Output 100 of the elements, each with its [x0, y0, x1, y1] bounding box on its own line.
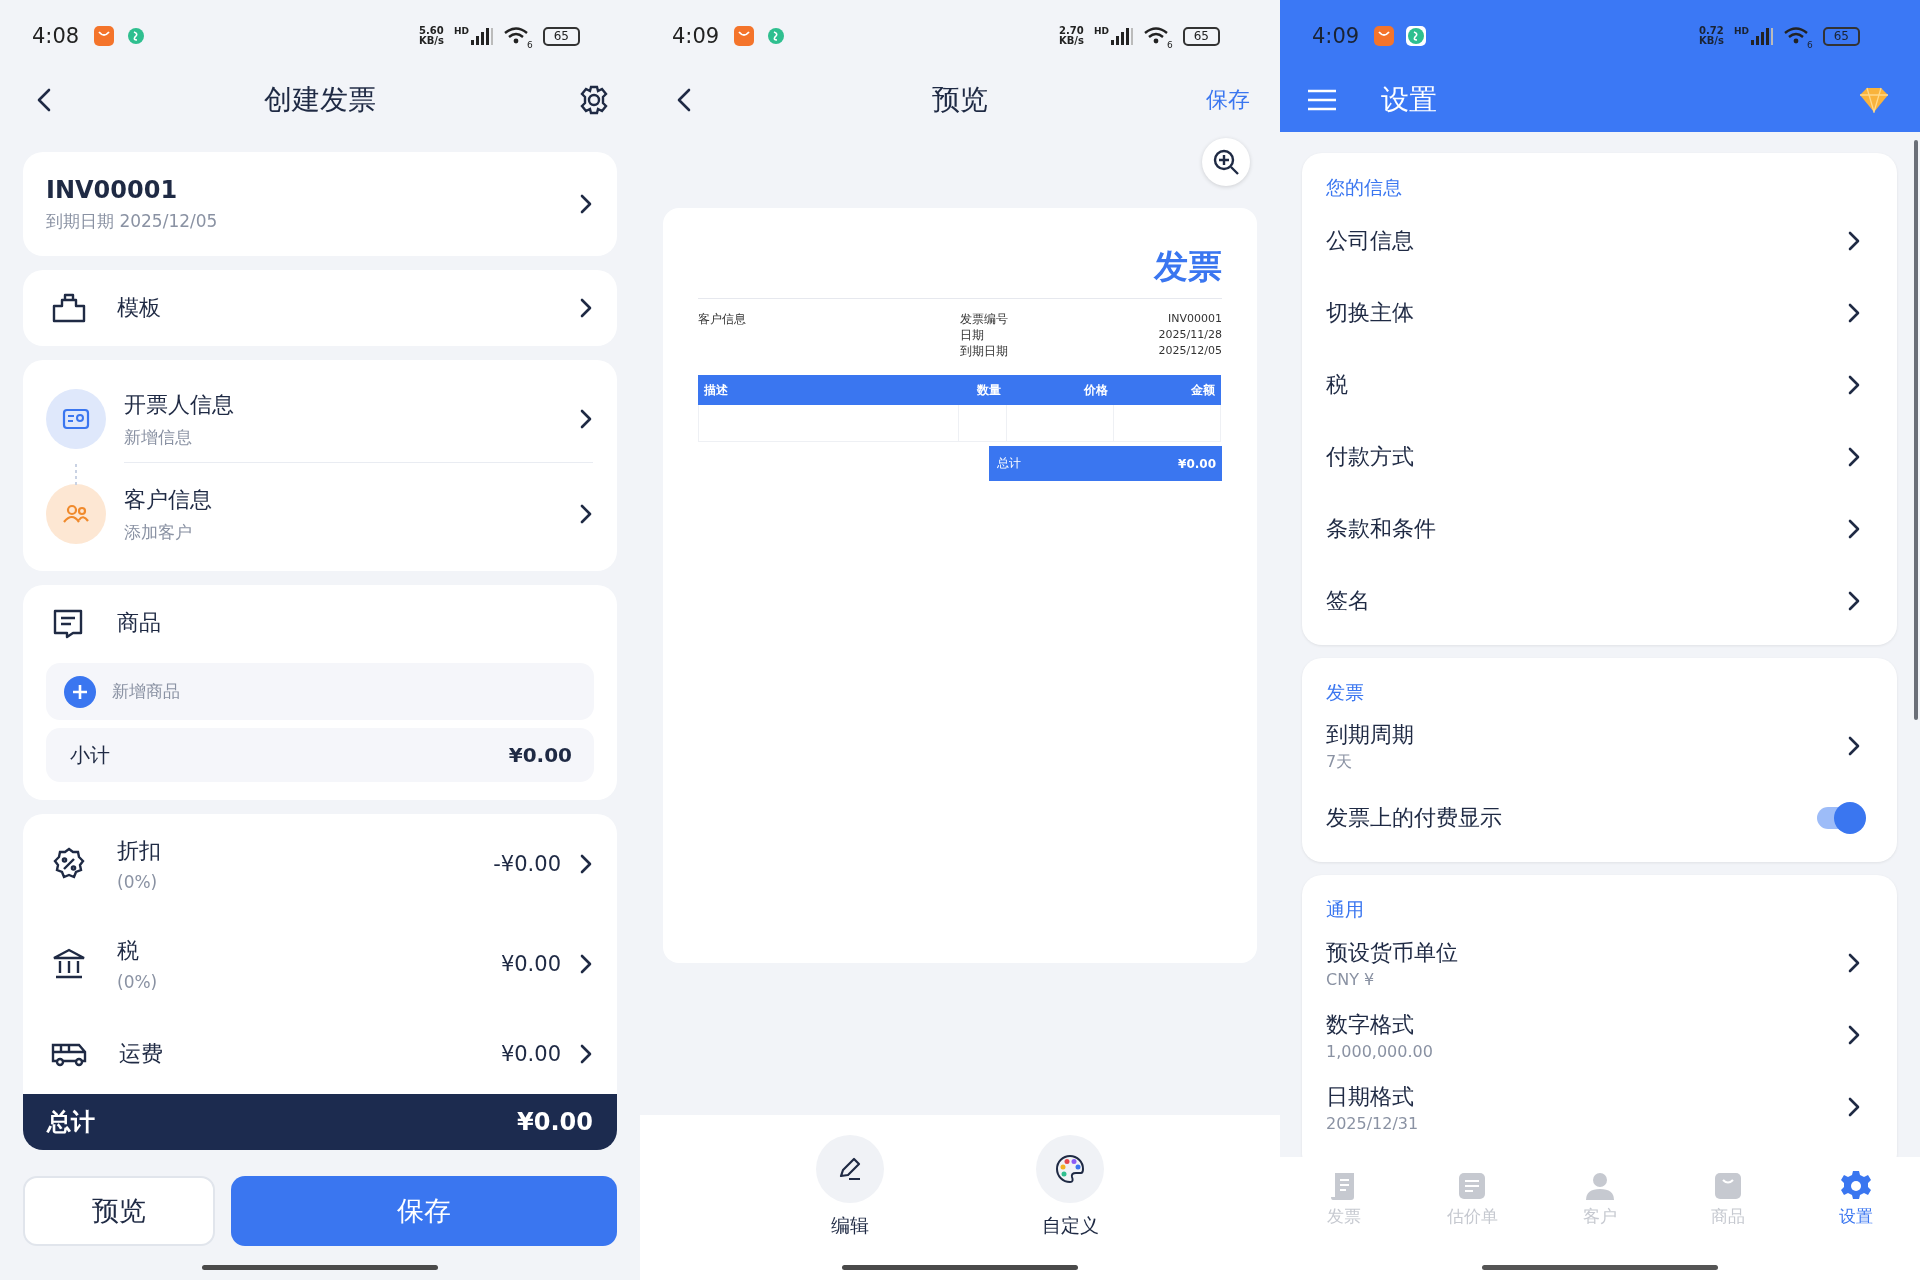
settings-row[interactable]: 付款方式	[1326, 421, 1869, 493]
row-label: 模板	[117, 294, 161, 322]
settings-row[interactable]: 切换主体	[1326, 277, 1869, 349]
settings-row[interactable]: 日期格式 2025/12/31	[1326, 1071, 1869, 1143]
chevron-right-icon	[1847, 374, 1861, 396]
network-type: HD	[453, 26, 469, 36]
chevron-right-icon	[1847, 1096, 1861, 1118]
invoice-card[interactable]: INV00001 到期日期 2025/12/05	[23, 152, 617, 256]
party-subtitle: 新增信息	[124, 425, 193, 449]
invoice-number: INV00001	[46, 175, 179, 204]
subtotal-label: 小计	[70, 741, 110, 769]
status-time: 4:08	[32, 24, 80, 48]
battery-indicator: 65	[542, 26, 580, 46]
setting-label: 发票上的付费显示	[1326, 804, 1502, 832]
settings-row[interactable]: 条款和条件	[1326, 493, 1869, 565]
adjustment-amount: ¥0.00	[500, 952, 561, 976]
setting-label: 税	[1326, 371, 1348, 399]
palette-icon	[1054, 1153, 1086, 1185]
total-label: 总计	[997, 455, 1021, 472]
subtotal-amount: ¥0.00	[508, 743, 572, 767]
meta-value: 2025/12/05	[1158, 343, 1222, 359]
diamond-icon[interactable]	[1858, 87, 1890, 113]
party-row[interactable]: 开票人信息 新增信息	[46, 376, 593, 462]
settings-icon[interactable]	[578, 84, 610, 116]
wifi-generation: 6	[1807, 40, 1813, 50]
party-subtitle: 添加客户	[124, 520, 193, 544]
setting-label: 条款和条件	[1326, 515, 1436, 543]
template-row[interactable]: 模板	[23, 270, 617, 346]
settings-row[interactable]: 税	[1326, 349, 1869, 421]
preview-button[interactable]: 预览	[23, 1176, 215, 1246]
adjustment-label: 折扣	[117, 837, 161, 865]
column-header: 价格	[1007, 375, 1114, 405]
setting-value: 1,000,000.00	[1326, 1041, 1433, 1061]
invoice-title: 发票	[1154, 245, 1222, 288]
chevron-right-icon	[1847, 230, 1861, 252]
column-header: 数量	[959, 375, 1007, 405]
network-speed: 2.70 KB/s	[1059, 26, 1084, 46]
status-time: 4:09	[1312, 24, 1360, 48]
section-title: 您的信息	[1326, 175, 1403, 200]
settings-row[interactable]: 签名	[1326, 565, 1869, 637]
wifi-icon	[1143, 26, 1169, 46]
shopping-bag-icon	[93, 25, 116, 47]
party-label: 客户信息	[124, 485, 212, 514]
total-amount: ¥0.00	[1178, 456, 1216, 471]
status-time: 4:09	[672, 24, 720, 48]
chevron-right-icon	[1847, 735, 1861, 757]
meta-label: 日期	[960, 327, 985, 343]
due-date: 到期日期 2025/12/05	[46, 209, 218, 233]
screen-title: 预览	[932, 82, 988, 118]
setting-label: 到期周期	[1326, 720, 1414, 749]
setting-label: 日期格式	[1326, 1082, 1415, 1111]
save-button[interactable]: 保存	[231, 1176, 617, 1246]
meta-label: 到期日期	[960, 343, 1008, 359]
settings-row[interactable]: 公司信息	[1326, 205, 1869, 277]
zoom-in-button[interactable]	[1202, 138, 1250, 186]
setting-label: 付款方式	[1326, 443, 1414, 471]
adjustment-row[interactable]: 税 (0%) ¥0.00	[23, 914, 617, 1014]
battery-indicator: 65	[1182, 26, 1220, 46]
chevron-right-icon	[579, 408, 593, 430]
meta-value: 2025/11/28	[1158, 327, 1222, 343]
settings-row[interactable]: 到期周期 7天	[1326, 710, 1869, 782]
setting-value: 2025/12/31	[1326, 1113, 1419, 1133]
chevron-right-icon	[579, 297, 593, 319]
wifi-icon	[1783, 26, 1809, 46]
id-card-icon	[46, 389, 106, 449]
party-row[interactable]: 客户信息 添加客户	[46, 471, 593, 557]
connector-line	[75, 464, 77, 488]
setting-label: 预设货币单位	[1326, 938, 1458, 967]
save-link[interactable]: 保存	[1206, 85, 1250, 115]
wifi-icon	[503, 26, 529, 46]
party-label: 开票人信息	[124, 390, 234, 419]
section-title: 商品	[117, 609, 161, 637]
adjustment-row[interactable]: 运费 ¥0.00	[23, 1014, 617, 1094]
adjustment-amount: -¥0.00	[493, 852, 561, 876]
chevron-right-icon	[1847, 302, 1861, 324]
tool-label: 自定义	[1041, 1213, 1099, 1238]
back-icon[interactable]	[676, 87, 692, 113]
app-icon	[1405, 25, 1428, 47]
menu-icon[interactable]	[1307, 89, 1337, 111]
chevron-right-icon	[579, 853, 593, 875]
section-title: 通用	[1326, 897, 1365, 922]
setting-value: 7天	[1326, 751, 1354, 773]
back-icon[interactable]	[36, 87, 52, 113]
settings-row[interactable]: 预设货币单位 CNY ¥	[1326, 927, 1869, 999]
screen-title: 设置	[1381, 82, 1437, 118]
setting-value: CNY ¥	[1326, 969, 1376, 989]
wifi-generation: 6	[1167, 40, 1173, 50]
people-icon	[46, 484, 106, 544]
adjustment-row[interactable]: 折扣 (0%) -¥0.00	[23, 814, 617, 914]
total-label: 总计	[47, 1107, 95, 1138]
total-amount: ¥0.00	[517, 1108, 593, 1136]
network-speed: 0.72 KB/s	[1699, 26, 1724, 46]
settings-row[interactable]: 发票上的付费显示	[1326, 782, 1869, 854]
nav-tab[interactable]: 设置	[1792, 1157, 1920, 1260]
battery-indicator: 65	[1822, 26, 1860, 46]
setting-label: 公司信息	[1326, 227, 1414, 255]
settings-row[interactable]: 数字格式 1,000,000.00	[1326, 999, 1869, 1071]
adjustment-percent: (0%)	[117, 872, 159, 892]
adjustment-label: 税	[117, 937, 140, 965]
meta-label: 发票编号	[960, 311, 1008, 327]
